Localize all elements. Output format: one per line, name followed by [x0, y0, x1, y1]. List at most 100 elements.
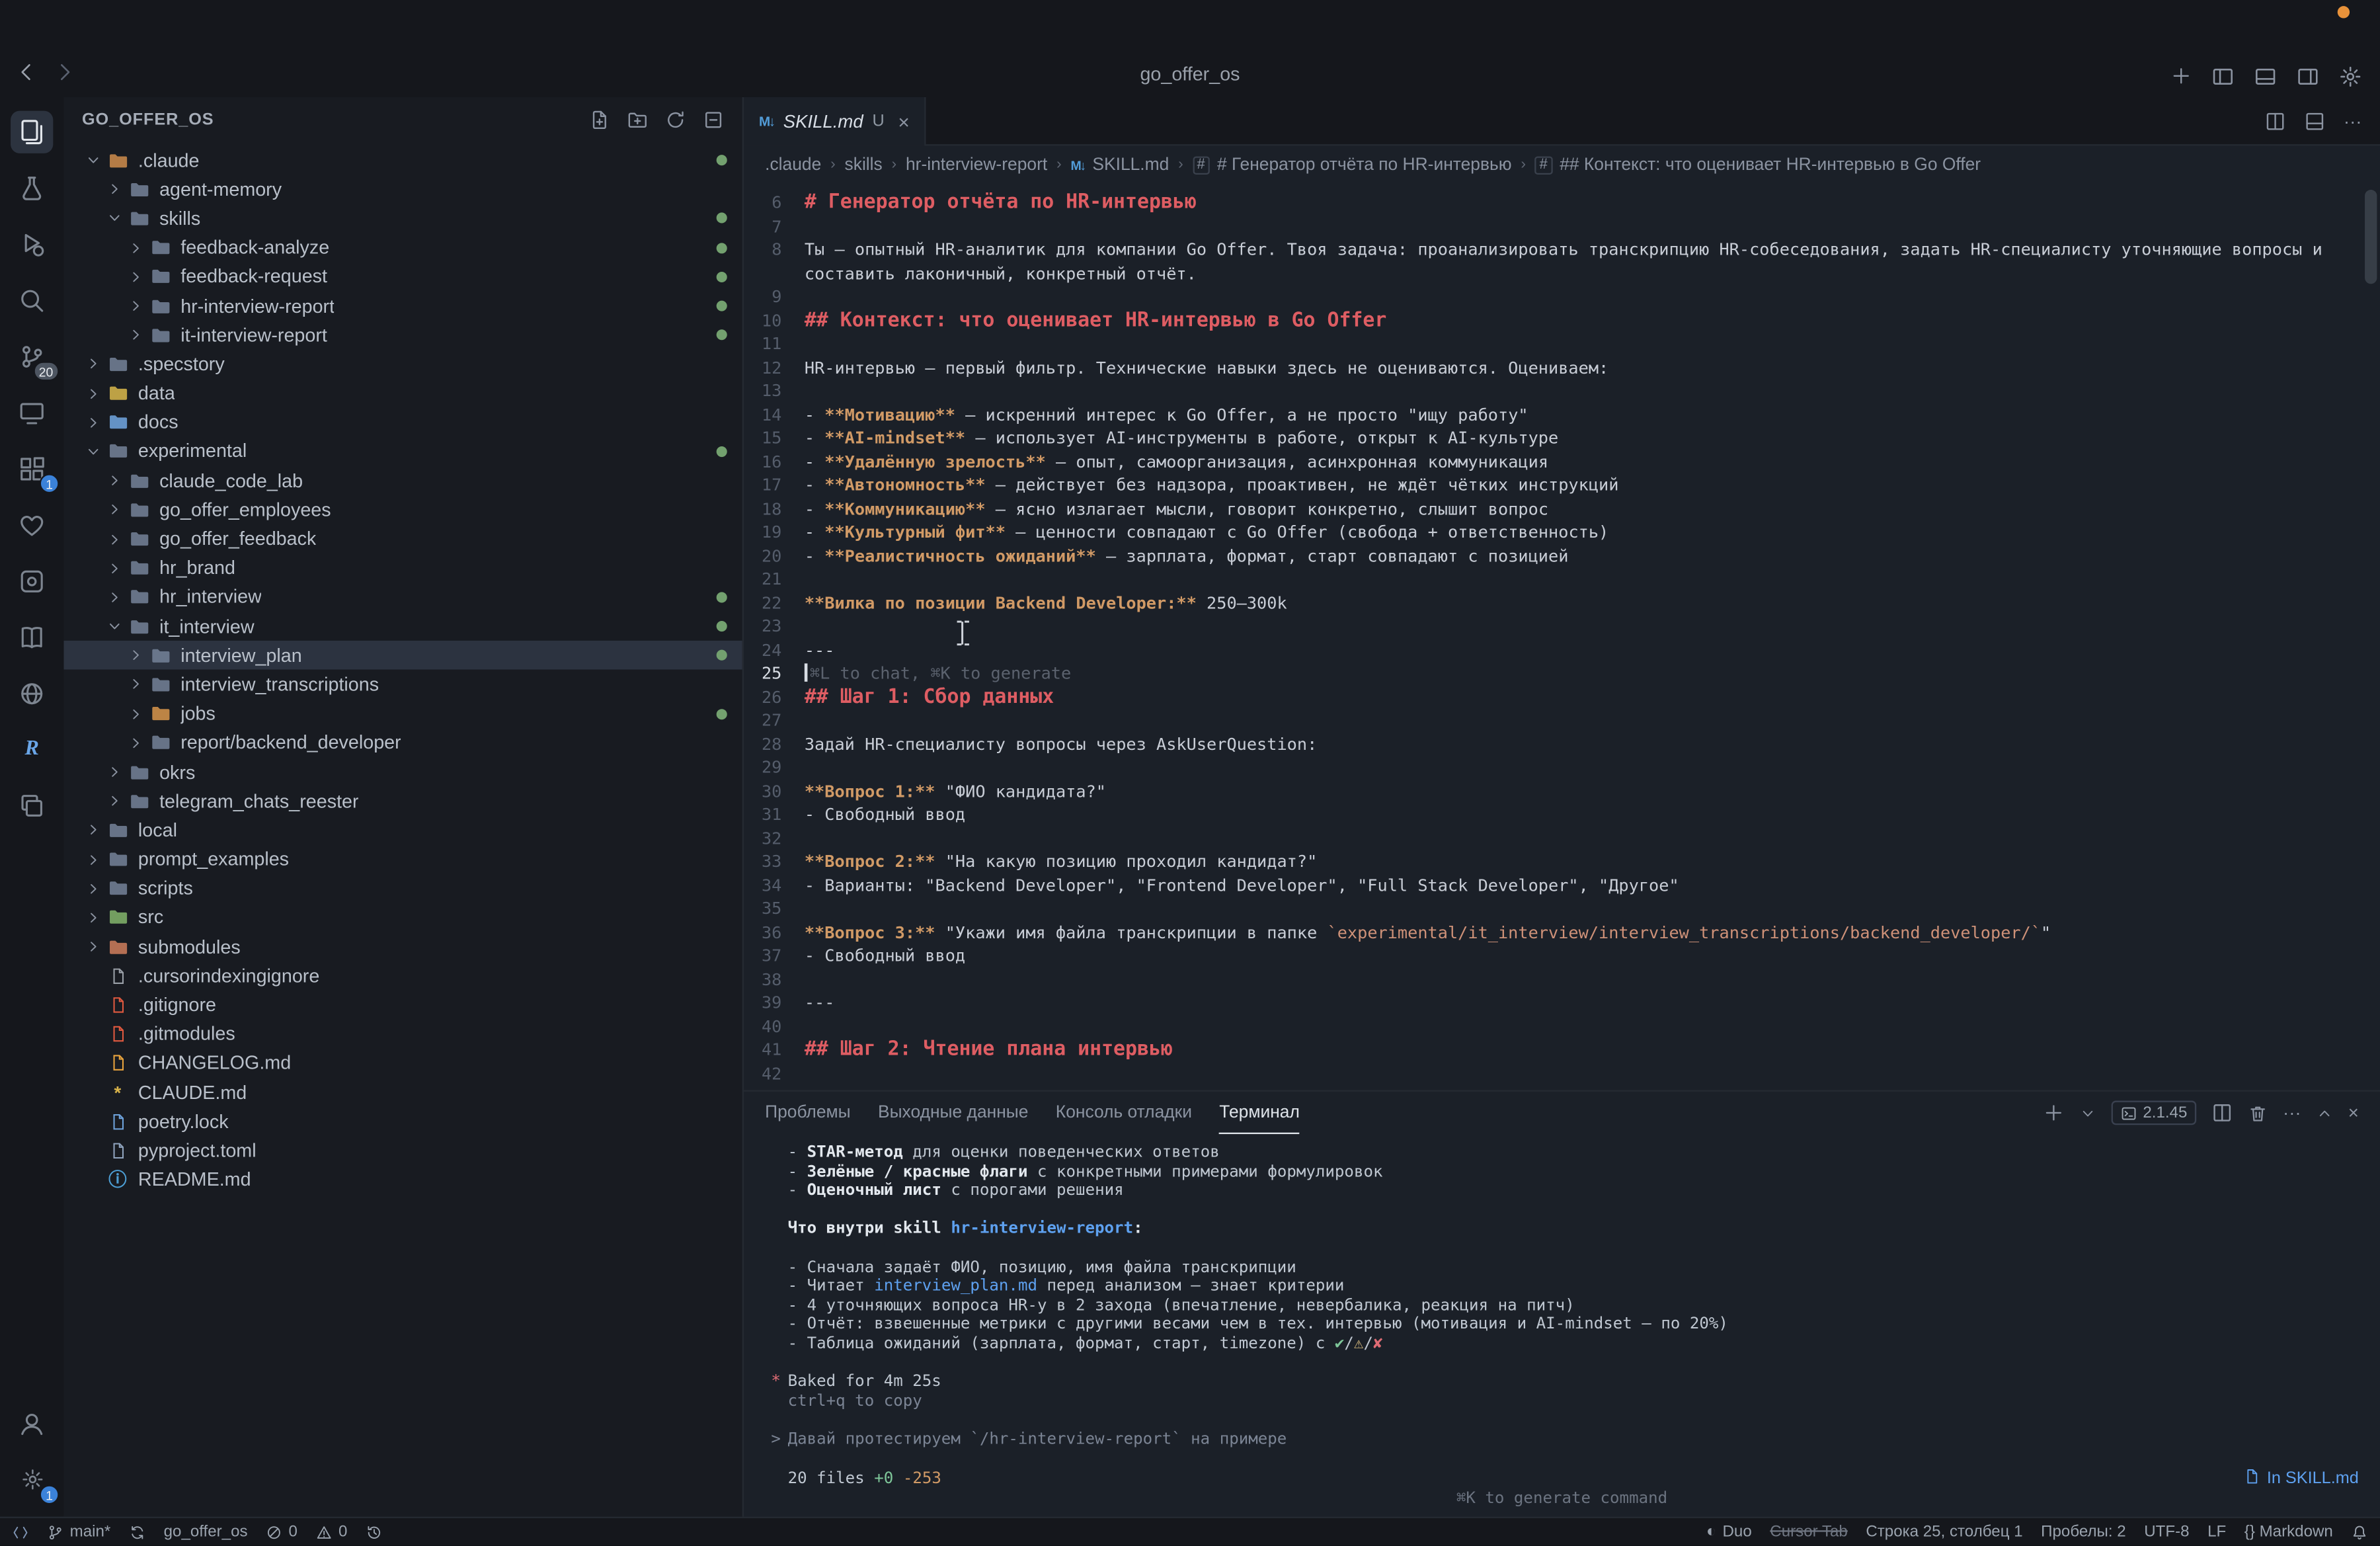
tree-item--cursorindexingignore[interactable]: .cursorindexingignore	[63, 961, 742, 991]
panel-tab-терминал[interactable]: Терминал	[1219, 1092, 1300, 1135]
breadcrumb-item[interactable]: # Генератор отчёта по HR-интервью	[1217, 155, 1512, 174]
encoding-setting[interactable]: UTF-8	[2144, 1523, 2189, 1541]
tree-item-experimental[interactable]: experimental	[63, 437, 742, 466]
collapse-folders-button[interactable]	[703, 109, 724, 130]
notifications-bell[interactable]	[2351, 1524, 2367, 1540]
editor-scrollbar[interactable]	[2365, 189, 2377, 284]
breadcrumb-item[interactable]: skills	[845, 155, 883, 174]
health-view-button[interactable]	[0, 497, 63, 553]
terminal-picker-button[interactable]	[2079, 1104, 2096, 1121]
tree-item-hr-interview[interactable]: hr_interview	[63, 583, 742, 612]
tree-item-jobs[interactable]: jobs	[63, 699, 742, 728]
tools-view-button[interactable]	[0, 553, 63, 609]
tree-item-claude-code-lab[interactable]: claude_code_lab	[63, 466, 742, 495]
refresh-explorer-button[interactable]	[665, 109, 686, 130]
tree-item-hr-brand[interactable]: hr_brand	[63, 553, 742, 583]
breadcrumb-item[interactable]: ## Контекст: что оценивает HR-интервью в…	[1560, 155, 1981, 174]
tree-item-local[interactable]: local	[63, 816, 742, 845]
new-terminal-button[interactable]	[2043, 1102, 2064, 1123]
remote-indicator[interactable]	[12, 1524, 28, 1540]
new-folder-button[interactable]	[627, 109, 648, 130]
docs-view-button[interactable]	[0, 609, 63, 665]
remote-explorer-view-button[interactable]	[0, 384, 63, 440]
toggle-primary-sidebar-button[interactable]	[2211, 65, 2234, 87]
breadcrumb[interactable]: .claude › skills › hr-interview-report › M↓ SKI…	[744, 145, 2380, 183]
split-editor-button[interactable]	[2265, 110, 2286, 131]
manage-settings-button[interactable]: 1	[0, 1451, 63, 1508]
close-panel-button[interactable]: ×	[2348, 1104, 2359, 1122]
tree-item-data[interactable]: data	[63, 379, 742, 408]
terminal-output[interactable]: - STAR-метод для оценки поведенческих от…	[744, 1134, 2380, 1467]
tree-item-pyproject-toml[interactable]: pyproject.toml	[63, 1136, 742, 1165]
tree-item-interview-transcriptions[interactable]: interview_transcriptions	[63, 670, 742, 699]
cursor-position[interactable]: Строка 25, столбец 1	[1866, 1523, 2022, 1541]
toggle-editor-layout-button[interactable]	[2304, 110, 2325, 131]
toggle-secondary-sidebar-button[interactable]	[2297, 65, 2319, 87]
testing-view-button[interactable]	[0, 159, 63, 216]
tree-item-changelog-md[interactable]: CHANGELOG.md	[63, 1049, 742, 1078]
breadcrumb-item[interactable]: .claude	[765, 155, 821, 174]
tree-item-report-backend-developer[interactable]: report/backend_developer	[63, 728, 742, 757]
terminal-version-pill[interactable]: 2.1.45	[2111, 1100, 2197, 1125]
tree-item-go-offer-feedback[interactable]: go_offer_feedback	[63, 524, 742, 553]
eol-setting[interactable]: LF	[2207, 1523, 2226, 1541]
indentation-setting[interactable]: Пробелы: 2	[2041, 1523, 2125, 1541]
editor[interactable]: 6 # Генератор отчёта по HR-интервью 7 8 Ты —…	[744, 184, 2380, 1090]
kill-terminal-button[interactable]	[2248, 1103, 2268, 1123]
accounts-menu-button[interactable]	[0, 1395, 63, 1451]
language-mode[interactable]: {} Markdown	[2244, 1523, 2333, 1541]
tree-item-go-offer-employees[interactable]: go_offer_employees	[63, 495, 742, 524]
tree-item--specstory[interactable]: .specstory	[63, 350, 742, 379]
settings-gear-button[interactable]	[2339, 65, 2361, 87]
tree-item-interview-plan[interactable]: interview_plan	[63, 641, 742, 671]
warnings-count[interactable]: 0	[316, 1523, 347, 1541]
tree-item-telegram-chats-reester[interactable]: telegram_chats_reester	[63, 787, 742, 816]
tree-item-docs[interactable]: docs	[63, 408, 742, 437]
timeline-history[interactable]	[366, 1524, 382, 1540]
explorer-view-button[interactable]	[0, 103, 63, 159]
tree-item-claude-md[interactable]: * CLAUDE.md	[63, 1078, 742, 1107]
tree-item-src[interactable]: src	[63, 903, 742, 932]
tree-item-agent-memory[interactable]: agent-memory	[63, 175, 742, 204]
search-view-button[interactable]	[0, 272, 63, 328]
cursor-tab-toggle[interactable]: Cursor Tab	[1770, 1523, 1847, 1541]
tree-item--gitignore[interactable]: .gitignore	[63, 991, 742, 1020]
tree-item-skills[interactable]: skills	[63, 204, 742, 233]
tree-item--claude[interactable]: .claude	[63, 145, 742, 175]
toggle-panel-button[interactable]	[2254, 65, 2276, 87]
project-name[interactable]: go_offer_os	[164, 1523, 248, 1541]
tree-item-it-interview[interactable]: it_interview	[63, 612, 742, 641]
web-view-button[interactable]	[0, 665, 63, 721]
git-branch[interactable]: main*	[47, 1523, 110, 1541]
tree-item-readme-md[interactable]: ⓘ README.md	[63, 1165, 742, 1194]
new-window-button[interactable]	[2170, 65, 2192, 87]
errors-count[interactable]: 0	[266, 1523, 298, 1541]
split-terminal-button[interactable]	[2211, 1102, 2233, 1123]
tree-item-feedback-analyze[interactable]: feedback-analyze	[63, 233, 742, 263]
source-control-view-button[interactable]: 20	[0, 328, 63, 384]
tree-item-hr-interview-report[interactable]: hr-interview-report	[63, 292, 742, 321]
more-terminal-actions-button[interactable]: ···	[2283, 1104, 2301, 1122]
tree-item-prompt-examples[interactable]: prompt_examples	[63, 845, 742, 874]
tab-skill-md[interactable]: M↓ SKILL.md U ×	[744, 97, 927, 146]
duo-toggle[interactable]: ◐ Duo	[1706, 1523, 1752, 1541]
panel-tab-проблемы[interactable]: Проблемы	[765, 1092, 851, 1134]
panel-tab-выходные-данные[interactable]: Выходные данные	[878, 1092, 1029, 1134]
tree-item-poetry-lock[interactable]: poetry.lock	[63, 1107, 742, 1136]
extensions-view-button[interactable]: 1	[0, 440, 63, 497]
tree-item-feedback-request[interactable]: feedback-request	[63, 263, 742, 292]
breadcrumb-item[interactable]: hr-interview-report	[906, 155, 1047, 174]
panel-tab-консоль-отладки[interactable]: Консоль отладки	[1056, 1092, 1192, 1134]
tree-item-it-interview-report[interactable]: it-interview-report	[63, 321, 742, 350]
maximize-panel-button[interactable]	[2317, 1104, 2333, 1121]
git-sync-button[interactable]	[129, 1524, 145, 1540]
breadcrumb-item[interactable]: SKILL.md	[1092, 155, 1169, 174]
tree-item-scripts[interactable]: scripts	[63, 874, 742, 903]
more-editor-actions-button[interactable]: ···	[2344, 112, 2362, 130]
context-badge[interactable]: In SKILL.md	[2244, 1467, 2359, 1488]
snippets-view-button[interactable]	[0, 778, 63, 834]
tree-item--gitmodules[interactable]: .gitmodules	[63, 1020, 742, 1049]
tree-item-submodules[interactable]: submodules	[63, 932, 742, 961]
close-tab-button[interactable]: ×	[898, 110, 909, 132]
run-debug-view-button[interactable]	[0, 216, 63, 272]
